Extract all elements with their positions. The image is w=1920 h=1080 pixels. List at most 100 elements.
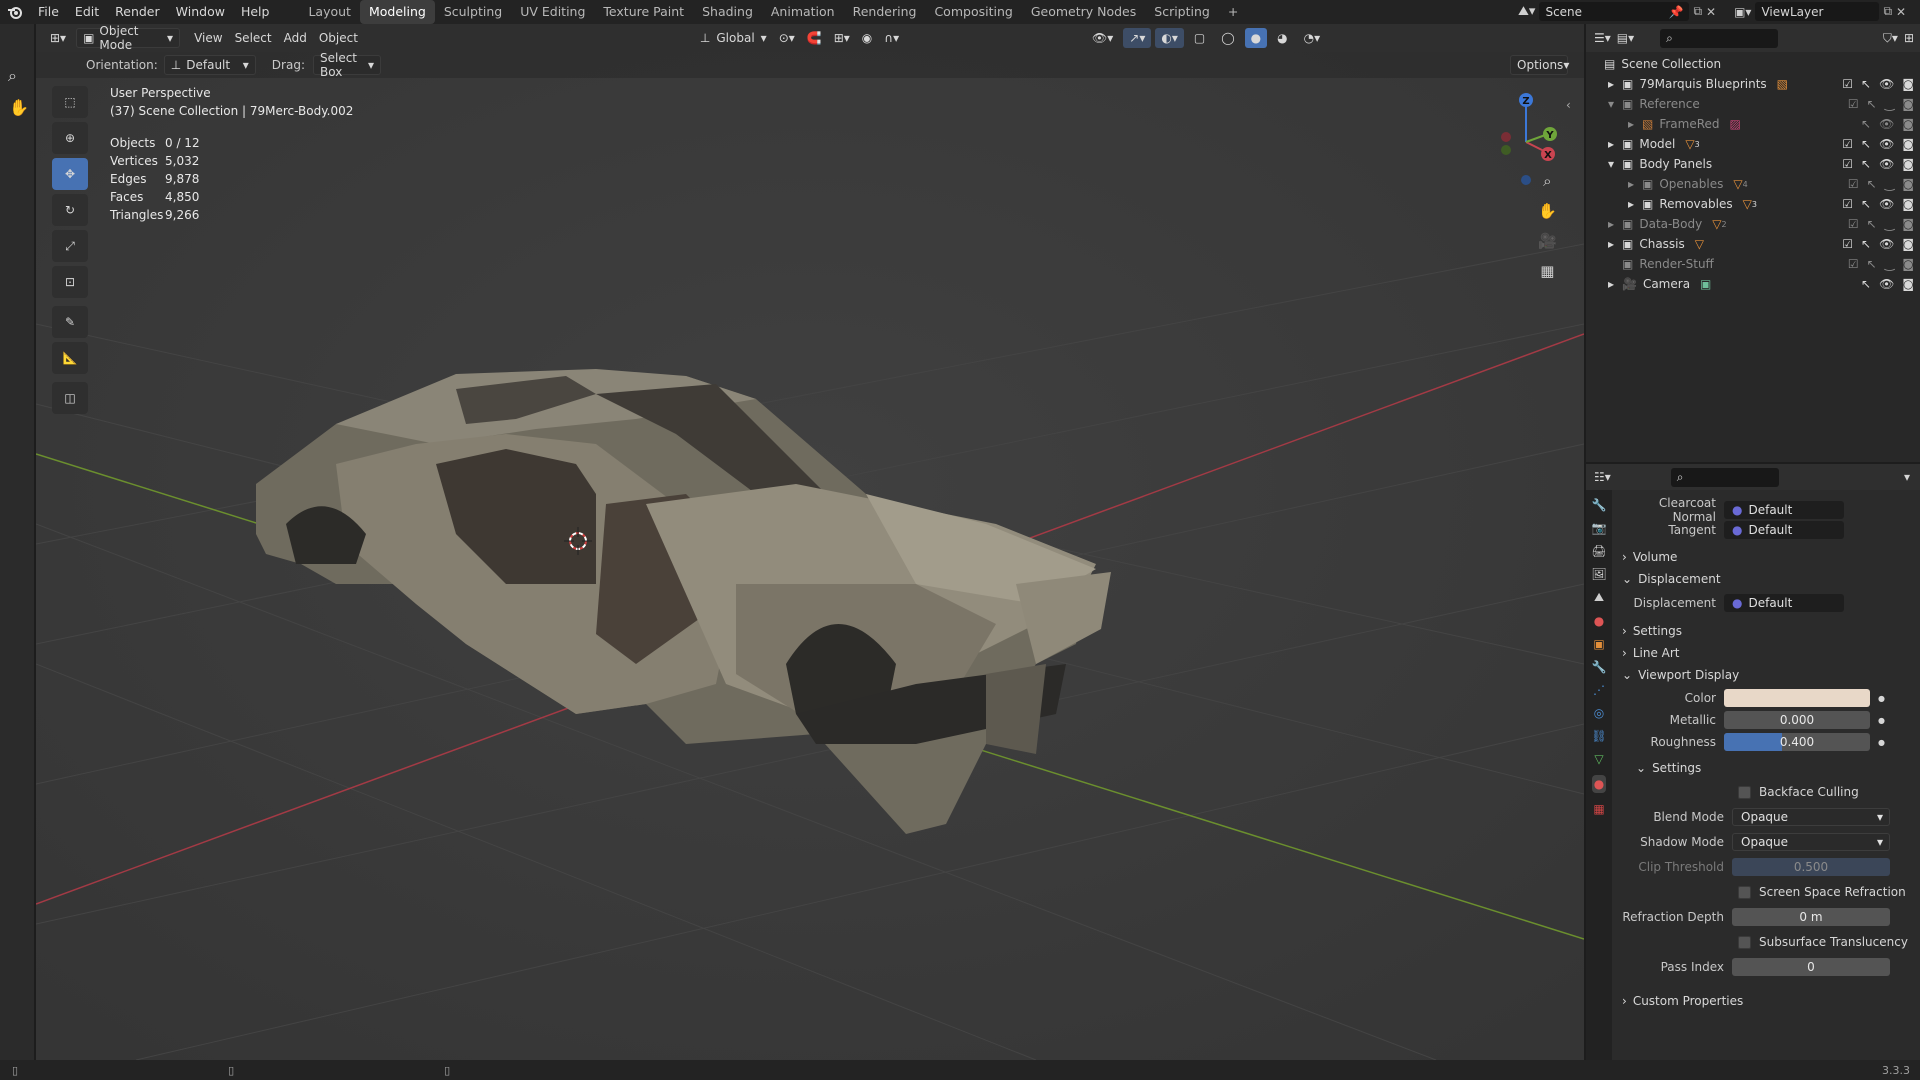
material-shading-icon[interactable]: ◕: [1271, 28, 1293, 48]
outliner-row[interactable]: ▸ ▣ Chassis ▽ ☑ ↖ 👁 ◙: [1586, 234, 1920, 254]
menu-object[interactable]: Object: [313, 28, 364, 48]
particles-tab-icon[interactable]: ⋰: [1593, 683, 1605, 697]
transform-orientation-selector[interactable]: ⊥ Global ▾: [694, 28, 773, 48]
ortho-grid-icon[interactable]: ▦: [1540, 262, 1554, 280]
menu-add[interactable]: Add: [278, 28, 313, 48]
scene-icon[interactable]: ⛰▾: [1518, 4, 1535, 19]
roughness-slider[interactable]: 0.400: [1724, 733, 1870, 751]
menu-edit[interactable]: Edit: [67, 0, 107, 24]
add-cube-tool-icon[interactable]: ◫: [52, 382, 88, 414]
gizmo-neg-z[interactable]: [1521, 175, 1531, 185]
eye-icon[interactable]: 👁: [1879, 77, 1894, 91]
tangent-link-field[interactable]: ● Default: [1724, 521, 1844, 539]
checkbox-icon[interactable]: ☑: [1842, 77, 1853, 91]
tab-layout[interactable]: Layout: [299, 0, 360, 24]
blender-logo-icon[interactable]: [0, 0, 30, 24]
tab-geometry-nodes[interactable]: Geometry Nodes: [1022, 0, 1145, 24]
outliner-row[interactable]: ▸ ▧ FrameRed ▨ ↖ 👁 ◙: [1586, 114, 1920, 134]
camera-icon[interactable]: ◙: [1902, 157, 1914, 171]
output-tab-icon[interactable]: 🖨: [1591, 544, 1606, 558]
sub-settings-section[interactable]: ⌄ Settings: [1636, 757, 1910, 779]
view-layer-selector[interactable]: ViewLayer: [1755, 2, 1880, 21]
select-box-tool-icon[interactable]: ⬚: [52, 86, 88, 118]
options-dropdown[interactable]: Options ▾: [1510, 55, 1569, 75]
proportional-edit-icon[interactable]: ◉: [856, 28, 878, 48]
world-tab-icon[interactable]: ●: [1594, 614, 1604, 628]
select-arrow-icon[interactable]: ↖: [1861, 277, 1871, 291]
pin-icon[interactable]: 📌: [1669, 5, 1684, 19]
mode-selector[interactable]: ▣ Object Mode ▾: [76, 24, 181, 52]
outliner-row[interactable]: ▸ ▣ 79Marquis Blueprints ▧ ☑ ↖ 👁 ◙: [1586, 74, 1920, 94]
eye-icon[interactable]: 👁: [1879, 237, 1894, 251]
tab-animation[interactable]: Animation: [762, 0, 844, 24]
tab-modeling[interactable]: Modeling: [359, 0, 435, 24]
camera-icon[interactable]: ◙: [1902, 277, 1914, 291]
object-tab-icon[interactable]: ▣: [1593, 637, 1604, 651]
snap-icon[interactable]: 🧲: [801, 28, 828, 48]
displacement-link-field[interactable]: ● Default: [1724, 594, 1844, 612]
zoom-icon[interactable]: ⌕: [8, 66, 17, 86]
camera-view-icon[interactable]: 🎥: [1538, 232, 1557, 250]
visibility-icon[interactable]: 👁▾: [1086, 28, 1119, 48]
new-scene-icon[interactable]: ⧉: [1693, 4, 1702, 19]
outliner-row[interactable]: ▾ ▣ Reference ☑ ↖ ‿ ◙: [1586, 94, 1920, 114]
select-arrow-icon[interactable]: ↖: [1861, 137, 1871, 151]
expand-arrow-icon[interactable]: ▸: [1608, 137, 1622, 151]
3d-viewport[interactable]: ⊞▾ ▣ Object Mode ▾ View Select Add Objec…: [36, 24, 1584, 1060]
menu-view[interactable]: View: [188, 28, 228, 48]
clearcoat-link-field[interactable]: ● Default: [1724, 501, 1844, 519]
blend-mode-dropdown[interactable]: Opaque ▾: [1732, 808, 1890, 826]
expand-arrow-icon[interactable]: ▾: [1608, 97, 1622, 111]
keyframe-dot-icon[interactable]: ●: [1878, 716, 1885, 725]
transform-tool-icon[interactable]: ⊡: [52, 266, 88, 298]
properties-search[interactable]: ⌕: [1670, 467, 1779, 487]
filter-icon[interactable]: ⛉▾: [1883, 31, 1898, 46]
ssr-row[interactable]: Screen Space Refraction: [1738, 882, 1910, 902]
eye-icon[interactable]: 👁: [1879, 197, 1894, 211]
view-layer-tab-icon[interactable]: 🖼: [1591, 567, 1606, 581]
subsurface-row[interactable]: Subsurface Translucency: [1738, 932, 1910, 952]
camera-icon[interactable]: ◙: [1902, 97, 1914, 111]
tab-rendering[interactable]: Rendering: [844, 0, 926, 24]
metallic-slider[interactable]: 0.000: [1724, 711, 1870, 729]
delete-scene-icon[interactable]: ✕: [1706, 5, 1716, 19]
displacement-section[interactable]: ⌄ Displacement: [1622, 568, 1910, 590]
outliner-row[interactable]: ▸ ▣ Data-Body ▽ 2 ☑ ↖ ‿ ◙: [1586, 214, 1920, 234]
tool-tab-icon[interactable]: 🔧: [1592, 498, 1607, 512]
menu-render[interactable]: Render: [107, 0, 168, 24]
physics-tab-icon[interactable]: ◎: [1594, 706, 1604, 720]
scale-tool-icon[interactable]: ⤢: [52, 230, 88, 262]
add-workspace-button[interactable]: +: [1219, 0, 1247, 24]
eye-closed-icon[interactable]: ‿: [1885, 257, 1895, 271]
camera-icon[interactable]: ◙: [1902, 77, 1914, 91]
backface-checkbox[interactable]: [1738, 785, 1751, 799]
snap-target-icon[interactable]: ⊞▾: [828, 28, 856, 48]
checkbox-icon[interactable]: ☑: [1848, 177, 1859, 191]
outliner-search[interactable]: ⌕: [1660, 28, 1779, 48]
hand-pan-icon[interactable]: ✋: [1538, 202, 1557, 220]
menu-file[interactable]: File: [30, 0, 67, 24]
camera-icon[interactable]: ◙: [1902, 197, 1914, 211]
keyframe-dot-icon[interactable]: ●: [1878, 738, 1885, 747]
eye-icon[interactable]: 👁: [1879, 137, 1894, 151]
outliner-row[interactable]: ▸ ▣ Openables ▽ 4 ☑ ↖ ‿ ◙: [1586, 174, 1920, 194]
select-arrow-icon[interactable]: ↖: [1861, 117, 1871, 131]
viewport-display-section[interactable]: ⌄ Viewport Display: [1622, 664, 1910, 686]
drag-dropdown[interactable]: Select Box ▾: [312, 51, 381, 79]
shadow-mode-dropdown[interactable]: Opaque ▾: [1732, 833, 1890, 851]
expand-arrow-icon[interactable]: ▸: [1628, 197, 1642, 211]
new-view-layer-icon[interactable]: ⧉: [1883, 4, 1892, 19]
eye-closed-icon[interactable]: ‿: [1885, 177, 1895, 191]
refraction-depth-field[interactable]: 0 m: [1732, 908, 1890, 926]
expand-arrow-icon[interactable]: ▾: [1608, 157, 1622, 171]
orientation-dropdown[interactable]: ⊥ Default ▾: [163, 55, 256, 75]
chevron-down-icon[interactable]: ▾: [1904, 470, 1910, 484]
select-arrow-icon[interactable]: ↖: [1867, 97, 1877, 111]
eye-icon[interactable]: 👁: [1879, 277, 1894, 291]
delete-view-layer-icon[interactable]: ✕: [1896, 5, 1906, 19]
constraints-tab-icon[interactable]: ⛓: [1591, 729, 1606, 743]
scene-selector[interactable]: Scene 📌: [1539, 2, 1690, 21]
checkbox-icon[interactable]: ☑: [1842, 237, 1853, 251]
expand-arrow-icon[interactable]: ▸: [1628, 177, 1642, 191]
expand-arrow-icon[interactable]: ▸: [1608, 237, 1622, 251]
